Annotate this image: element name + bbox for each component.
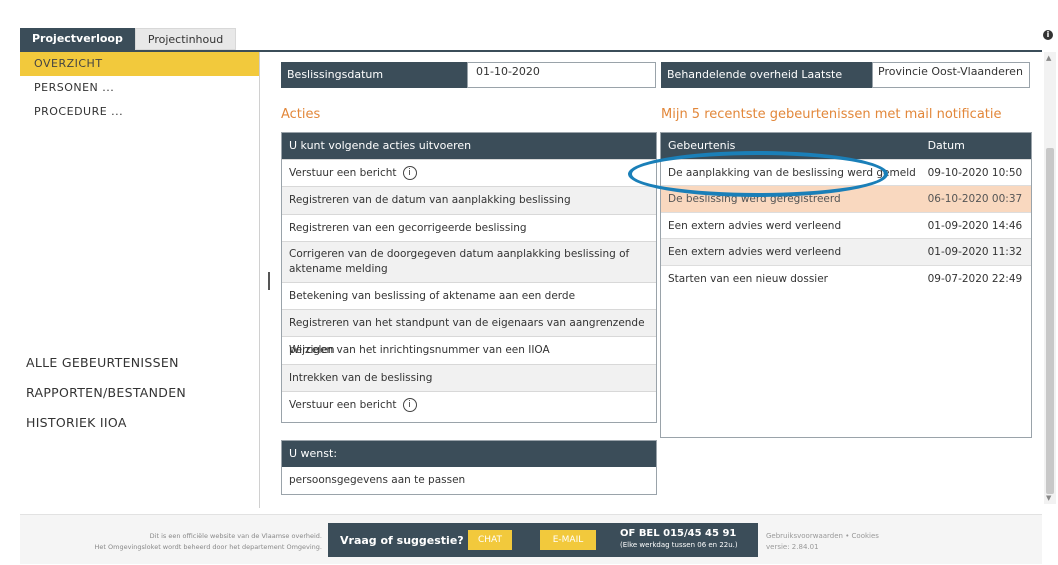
splitter-handle[interactable]: [268, 272, 270, 290]
footer-phone-hours: (Elke werkdag tussen 06 en 22u.): [620, 541, 738, 549]
footer-contact-bar: Vraag of suggestie? CHAT E-MAIL OF BEL 0…: [328, 523, 758, 557]
sidebar: OVERZICHT PERSONEN ... PROCEDURE ... ALL…: [20, 52, 260, 508]
col-datum-header[interactable]: Datum: [918, 133, 1031, 159]
action-label: Verstuur een bericht: [289, 399, 397, 412]
email-button[interactable]: E-MAIL: [540, 530, 596, 550]
action-wijzigen-inrichtingsnummer[interactable]: Wijzigen van het inrichtingsnummer van e…: [282, 336, 656, 363]
beslissingsdatum-value: 01-10-2020: [467, 62, 656, 88]
sidebar-item-rapporten-bestanden[interactable]: RAPPORTEN/BESTANDEN: [20, 378, 260, 408]
tab-projectinhoud[interactable]: Projectinhoud: [134, 28, 237, 50]
footer-phone: OF BEL 015/45 45 91: [620, 528, 737, 539]
action-verstuur-bericht[interactable]: Verstuur een bericht i: [282, 159, 656, 186]
event-date: 09-07-2020 22:49: [927, 272, 1023, 285]
chat-button[interactable]: CHAT: [468, 530, 512, 550]
sidebar-item-personen[interactable]: PERSONEN ...: [20, 76, 259, 100]
acties-panel-header: U kunt volgende acties uitvoeren: [282, 133, 656, 159]
overheid-label: Behandelende overheid Laatste Aanleg: [661, 62, 873, 107]
scroll-up-arrow-icon[interactable]: ▲: [1046, 54, 1051, 62]
event-name: Een extern advies werd verleend: [668, 219, 842, 232]
footer-disclaimer: Dit is een officiële website van de Vlaa…: [40, 531, 322, 553]
beslissingsdatum-label: Beslissingsdatum: [281, 62, 468, 88]
table-row[interactable]: Een extern advies werd verleend 01-09-20…: [661, 211, 1031, 238]
table-row[interactable]: Starten van een nieuw dossier 09-07-2020…: [661, 264, 1031, 291]
action-registreren-standpunt-eigenaars[interactable]: Registreren van het standpunt van de eig…: [282, 309, 656, 356]
sidebar-item-procedure[interactable]: PROCEDURE ...: [20, 100, 259, 124]
table-row[interactable]: Een extern advies werd verleend 01-09-20…: [661, 238, 1031, 265]
wenst-panel-header: U wenst:: [282, 441, 656, 467]
footer-version: versie: 2.84.01: [766, 543, 819, 551]
action-label: Verstuur een bericht: [289, 167, 397, 179]
footer-disclaimer-line1: Dit is een officiële website van de Vlaa…: [149, 532, 322, 540]
footer-vraag: Vraag of suggestie?: [340, 534, 464, 547]
event-date: 01-09-2020 14:46: [927, 219, 1023, 232]
info-icon[interactable]: i: [1043, 30, 1053, 40]
action-verstuur-bericht-2[interactable]: Verstuur een bericht i: [282, 391, 656, 418]
action-registreren-datum-aanplakking[interactable]: Registreren van de datum van aanplakking…: [282, 186, 656, 214]
info-circle-icon[interactable]: i: [402, 166, 417, 180]
event-name: Starten van een nieuw dossier: [668, 272, 828, 285]
sidebar-item-alle-gebeurtenissen[interactable]: ALLE GEBEURTENISSEN: [20, 348, 260, 378]
top-bar: Projectverloop Projectinhoud i: [0, 0, 1058, 50]
action-betekening-beslissing[interactable]: Betekening van beslissing of aktename aa…: [282, 281, 656, 309]
acties-panel: U kunt volgende acties uitvoeren Verstuu…: [281, 132, 657, 423]
event-date: 09-10-2020 10:50: [927, 167, 1023, 179]
event-date: 01-09-2020 11:32: [927, 246, 1023, 259]
events-title: Mijn 5 recentste gebeurtenissen met mail…: [661, 107, 1002, 122]
sidebar-item-historiek-iioa[interactable]: HISTORIEK IIOA: [20, 408, 260, 438]
wenst-panel: U wenst: persoonsgegevens aan te passen: [281, 440, 657, 495]
action-persoonsgegevens-aanpassen[interactable]: persoonsgegevens aan te passen: [282, 467, 656, 494]
scrollbar[interactable]: ▲ ▼: [1044, 52, 1056, 504]
sidebar-item-overzicht[interactable]: OVERZICHT: [20, 52, 259, 76]
scrollbar-thumb[interactable]: [1046, 148, 1054, 494]
footer-terms-link[interactable]: Gebruiksvoorwaarden • Cookies: [766, 531, 879, 542]
event-name: Een extern advies werd verleend: [668, 246, 842, 259]
overheid-value: Provincie Oost-Vlaanderen: [872, 62, 1030, 88]
scroll-down-arrow-icon[interactable]: ▼: [1046, 494, 1051, 502]
footer-disclaimer-line2: Het Omgevingsloket wordt beheerd door he…: [94, 543, 322, 551]
footer-links: Gebruiksvoorwaarden • Cookies versie: 2.…: [766, 531, 879, 553]
acties-title: Acties: [281, 107, 321, 122]
info-circle-icon[interactable]: i: [402, 398, 417, 413]
tab-projectverloop[interactable]: Projectverloop: [20, 28, 135, 50]
event-date: 06-10-2020 00:37: [927, 193, 1023, 206]
highlight-ellipse: [628, 151, 888, 197]
tab-bar: Projectverloop Projectinhoud: [20, 28, 237, 50]
action-corrigeren-datum-aanplakking[interactable]: Corrigeren van de doorgegeven datum aanp…: [282, 240, 656, 282]
sidebar-lower-menu: ALLE GEBEURTENISSEN RAPPORTEN/BESTANDEN …: [20, 348, 260, 438]
action-registreren-gecorrigeerde-beslissing[interactable]: Registreren van een gecorrigeerde beslis…: [282, 213, 656, 241]
action-intrekken-beslissing[interactable]: Intrekken van de beslissing: [282, 363, 656, 392]
footer: Dit is een officiële website van de Vlaa…: [20, 514, 1042, 564]
